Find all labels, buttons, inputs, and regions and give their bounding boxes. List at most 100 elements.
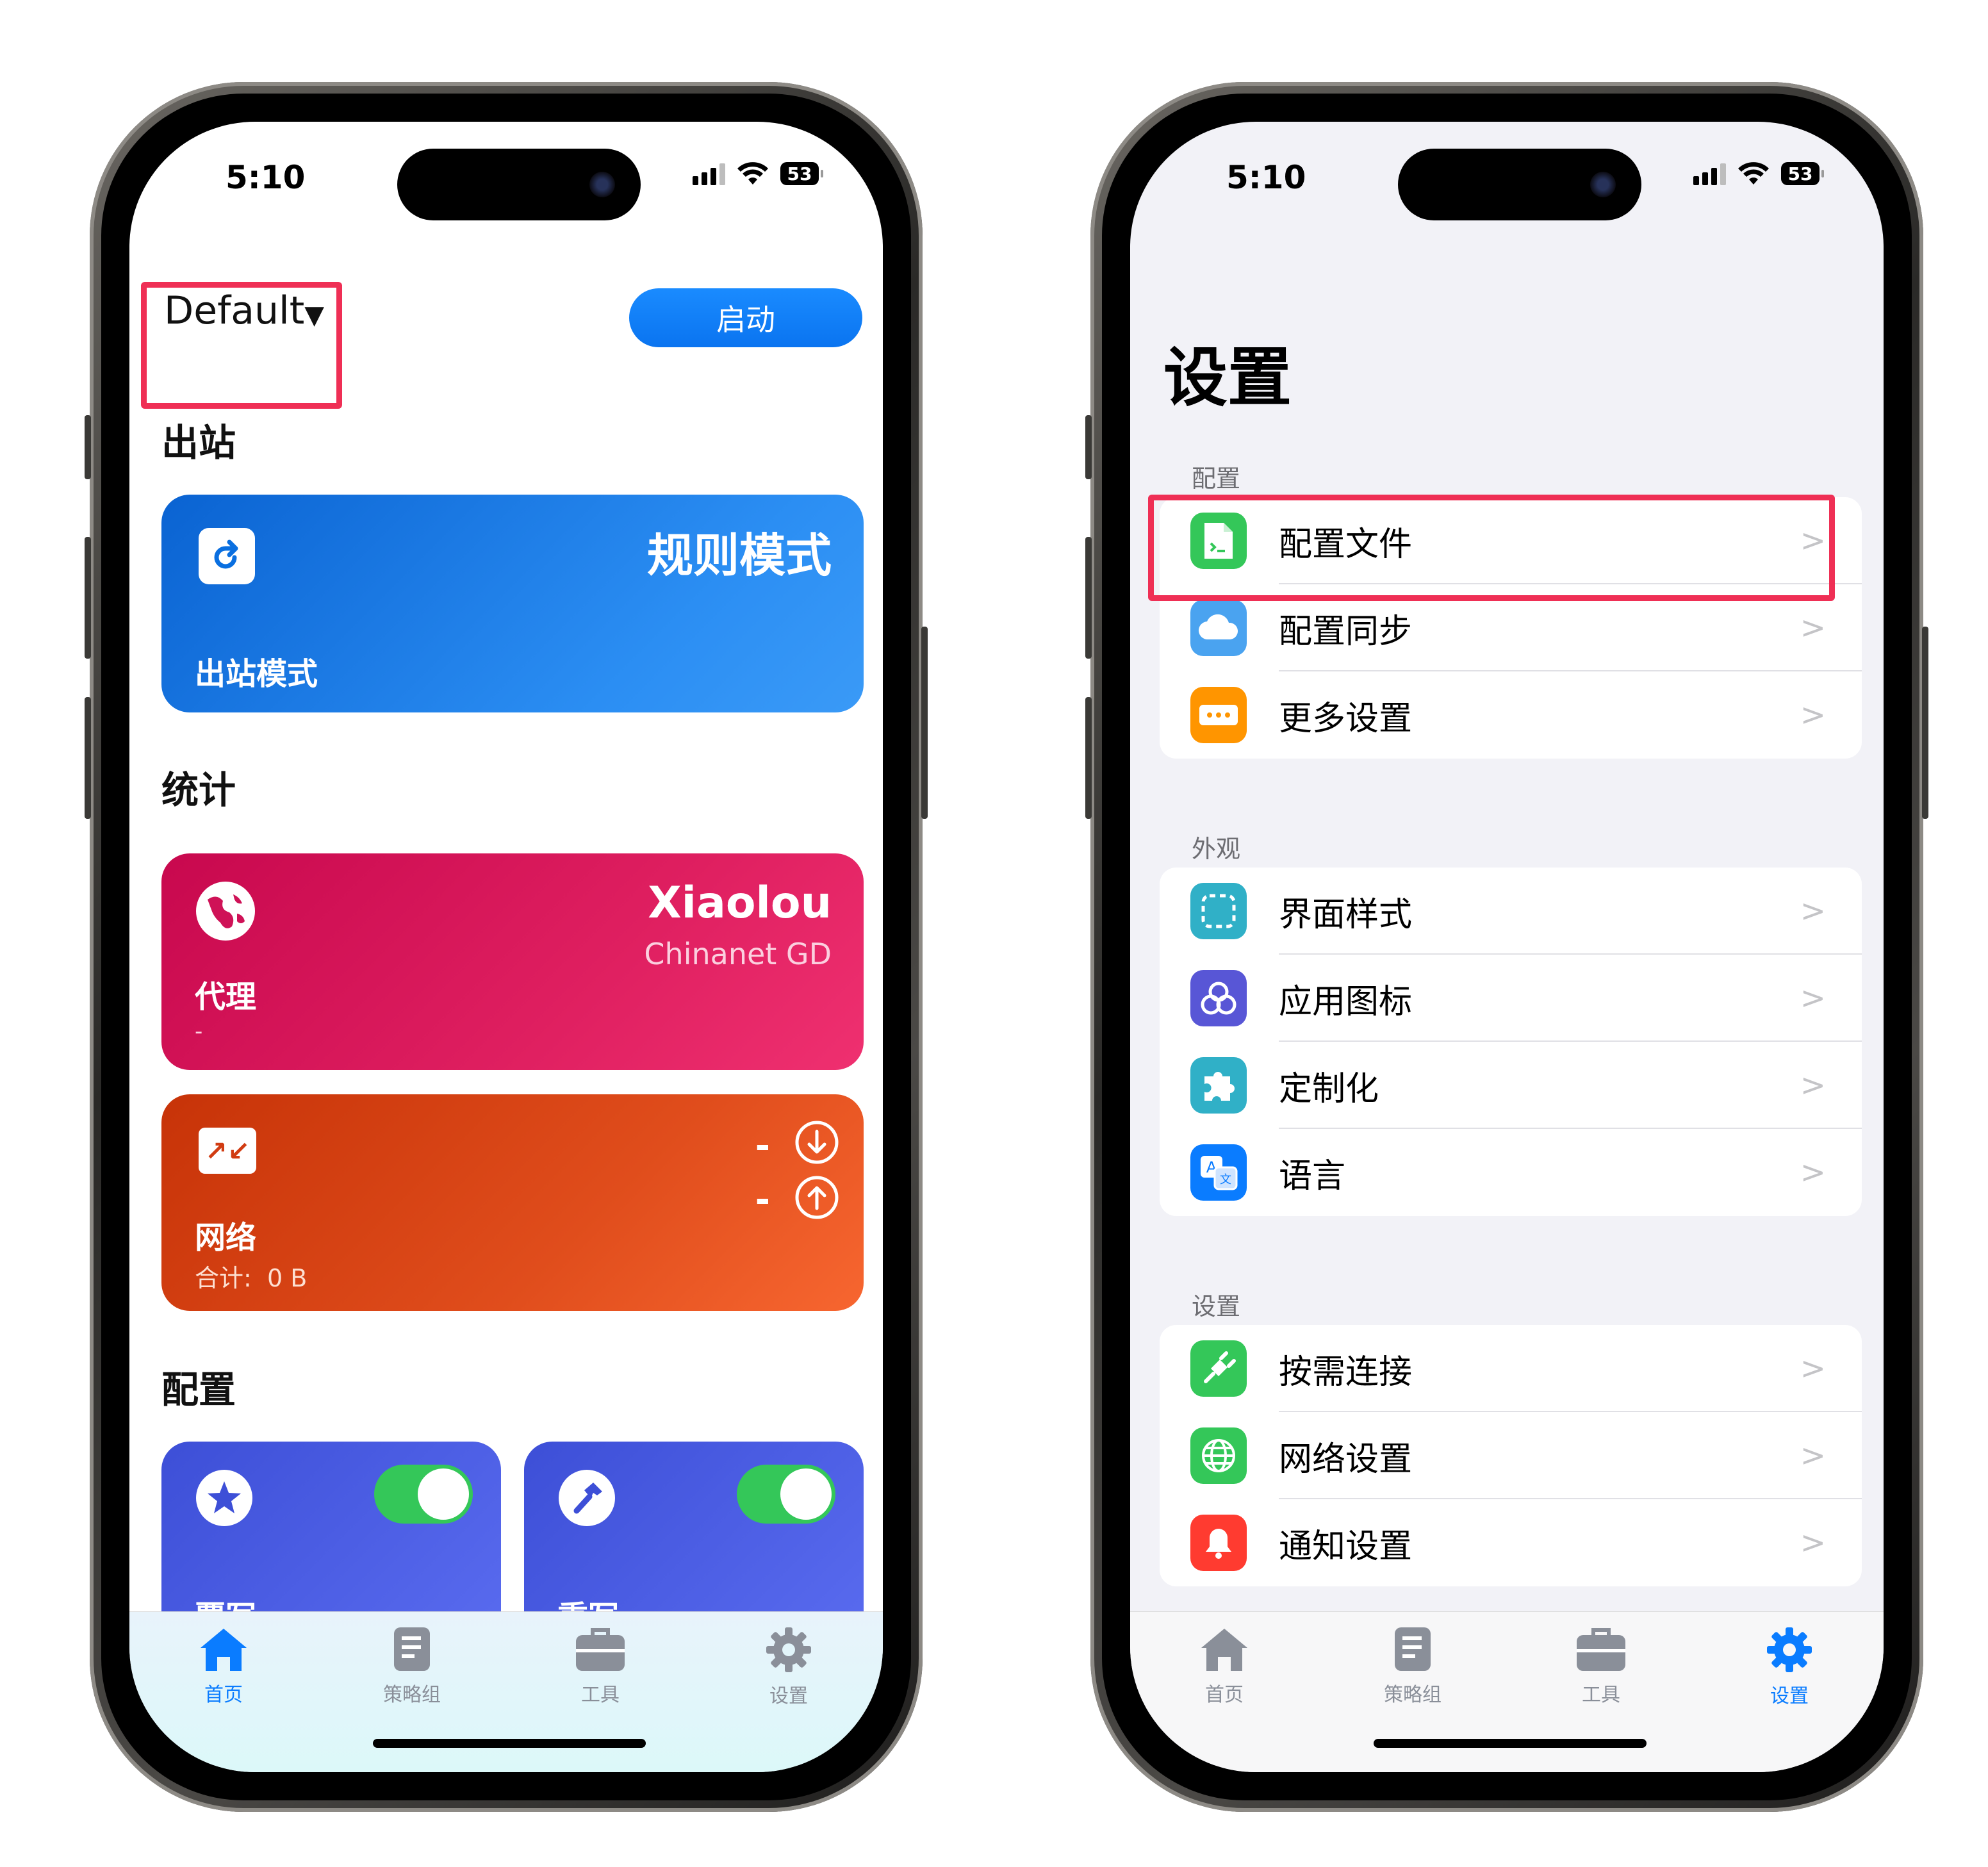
tab-home-label: 首页 [1205, 1684, 1244, 1706]
home-indicator [1374, 1739, 1647, 1748]
wifi-icon [1738, 162, 1769, 185]
power-button [921, 627, 928, 819]
outbound-mode-value: 规则模式 [646, 529, 832, 582]
outbound-section-title: 出站 [161, 421, 236, 465]
network-label: 网络 [195, 1220, 257, 1256]
chevron-right-icon: > [1800, 1351, 1826, 1386]
hammer-icon [559, 1470, 615, 1526]
tab-tools[interactable]: 工具 [506, 1612, 694, 1772]
network-card[interactable]: ↗↙ - - 网络 合计: 0 B [161, 1094, 864, 1311]
chevron-right-icon: > [1800, 1438, 1826, 1474]
chevron-right-icon: > [1800, 1067, 1826, 1103]
dynamic-island [397, 149, 641, 220]
tab-policy-groups[interactable]: 策略组 [318, 1612, 506, 1772]
dashed-square-icon [1190, 883, 1247, 939]
camera-icon [1590, 172, 1616, 197]
row-interface-style[interactable]: 界面样式 > [1160, 868, 1862, 955]
proxy-isp: Chinanet GD [644, 937, 832, 971]
cloud-icon [1190, 600, 1247, 656]
puzzle-icon [1190, 1057, 1247, 1114]
outbound-mode-card[interactable]: 规则模式 出站模式 [161, 495, 864, 712]
row-more-settings[interactable]: 更多设置 > [1160, 671, 1862, 759]
gear-icon [1767, 1627, 1812, 1672]
override-toggle[interactable] [374, 1465, 473, 1524]
start-button[interactable]: 启动 [629, 288, 862, 347]
toolbox-icon [576, 1628, 625, 1671]
tab-bar: 首页 策略组 工具 设置 [129, 1611, 883, 1772]
gear-icon [766, 1627, 811, 1672]
profile-highlight-box [141, 282, 342, 409]
upload-value: - [755, 1179, 770, 1221]
row-label: 按需连接 [1279, 1353, 1413, 1392]
toolbox-icon [1577, 1628, 1625, 1671]
tab-home[interactable]: 首页 [1130, 1612, 1318, 1772]
home-icon [201, 1629, 247, 1671]
dynamic-island [1398, 149, 1641, 220]
group-header-settings: 设置 [1192, 1292, 1241, 1320]
power-button [1922, 627, 1928, 819]
volume-up-button [85, 537, 91, 659]
home-indicator [373, 1739, 646, 1748]
globe-proxy-icon [196, 882, 255, 941]
tab-settings[interactable]: 设置 [694, 1612, 883, 1772]
chevron-right-icon: > [1800, 1155, 1826, 1190]
row-customization[interactable]: 定制化 > [1160, 1042, 1862, 1129]
status-icons: 53 [1693, 161, 1824, 186]
bell-icon [1190, 1515, 1247, 1571]
row-app-icon[interactable]: 应用图标 > [1160, 955, 1862, 1042]
cellular-signal-icon [693, 162, 725, 185]
download-icon [795, 1121, 839, 1164]
battery-indicator: 53 [780, 162, 823, 185]
chevron-right-icon: > [1800, 893, 1826, 929]
battery-indicator: 53 [1781, 162, 1824, 185]
chevron-right-icon: > [1800, 980, 1826, 1016]
right-phone: 5:10 53 设置 配置 配置文件 > 配置同步 > 更多设置 > 外观 界面… [1085, 82, 1928, 1812]
chevron-right-icon: > [1800, 610, 1826, 646]
row-on-demand[interactable]: 按需连接 > [1160, 1325, 1862, 1412]
network-arrows-icon: ↗↙ [199, 1128, 256, 1174]
proxy-name: Xiaolou [648, 878, 832, 928]
proxy-sub: - [195, 1019, 203, 1044]
tab-tools-label: 工具 [1582, 1684, 1620, 1706]
group-settings: 按需连接 > 网络设置 > 通知设置 > [1160, 1325, 1862, 1586]
volume-down-button [85, 697, 91, 819]
chevron-right-icon: > [1800, 1525, 1826, 1561]
rewrite-toggle[interactable] [737, 1465, 835, 1524]
group-appearance: 界面样式 > 应用图标 > 定制化 > A 文 语言 > [1160, 868, 1862, 1216]
row-label: 通知设置 [1279, 1527, 1413, 1566]
row-label: 定制化 [1279, 1069, 1379, 1108]
stats-section-title: 统计 [161, 768, 236, 812]
group-header-appearance: 外观 [1192, 835, 1241, 863]
row-network-settings[interactable]: 网络设置 > [1160, 1412, 1862, 1499]
wifi-icon [737, 162, 768, 185]
tab-home[interactable]: 首页 [129, 1612, 318, 1772]
proxy-label: 代理 [195, 979, 257, 1015]
tab-settings[interactable]: 设置 [1695, 1612, 1884, 1772]
status-icons: 53 [693, 161, 823, 186]
row-notification-settings[interactable]: 通知设置 > [1160, 1499, 1862, 1586]
row-label: 语言 [1279, 1156, 1346, 1196]
upload-icon [795, 1176, 839, 1219]
action-button [1085, 415, 1092, 479]
total-value: 0 B [267, 1264, 308, 1292]
page-title: 设置 [1163, 340, 1292, 415]
status-time: 5:10 [1226, 159, 1306, 196]
volume-up-button [1085, 537, 1092, 659]
config-section-title: 配置 [161, 1368, 236, 1411]
tab-tools[interactable]: 工具 [1507, 1612, 1695, 1772]
tab-policy-groups[interactable]: 策略组 [1318, 1612, 1507, 1772]
proxy-card[interactable]: Xiaolou Chinanet GD 代理 - [161, 853, 864, 1070]
more-icon [1190, 687, 1247, 743]
row-label: 更多设置 [1279, 699, 1413, 738]
document-icon [394, 1627, 430, 1671]
tab-tools-label: 工具 [581, 1684, 620, 1706]
row-language[interactable]: A文 语言 > [1160, 1129, 1862, 1216]
status-time: 5:10 [226, 159, 306, 196]
tab-settings-label: 设置 [769, 1685, 808, 1707]
config-file-highlight-box [1148, 495, 1835, 601]
network-total: 合计: 0 B [195, 1258, 307, 1294]
outbound-redirect-icon [199, 528, 255, 584]
download-value: - [755, 1125, 770, 1167]
cellular-signal-icon [1693, 162, 1726, 185]
globe-icon [1190, 1427, 1247, 1484]
